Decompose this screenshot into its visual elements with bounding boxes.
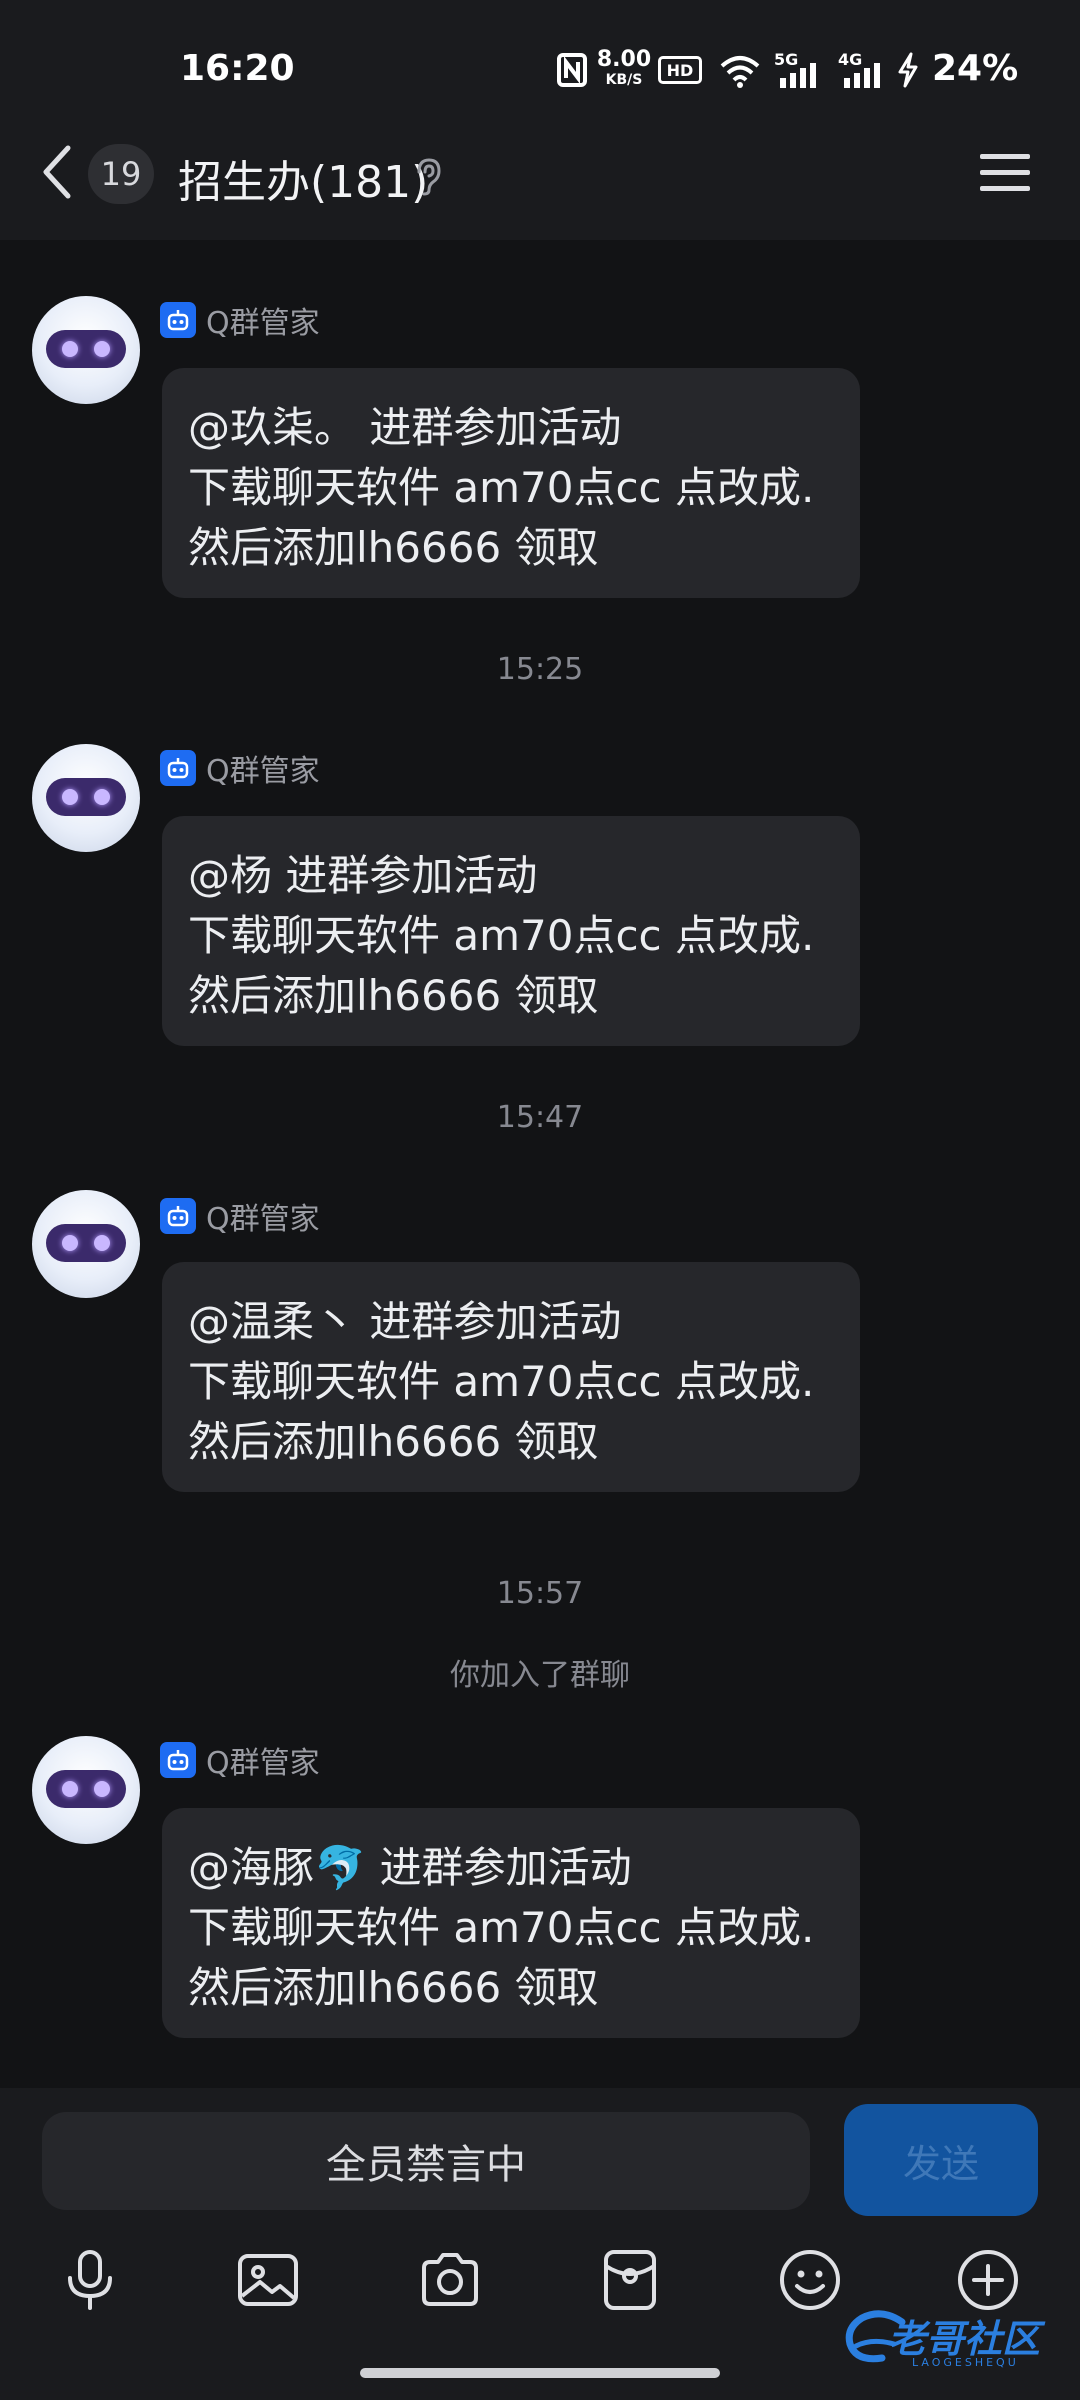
timestamp: 15:47 bbox=[496, 1100, 584, 1135]
message-line: 然后添加lh6666 领取 bbox=[188, 523, 599, 572]
ear-mode-icon[interactable] bbox=[410, 156, 446, 196]
bot-avatar[interactable] bbox=[32, 744, 140, 852]
message-line: @玖柒。 进群参加活动 bbox=[188, 403, 622, 452]
message-bubble[interactable]: @玖柒。 进群参加活动 下载聊天软件 am70点cc 点改成. 然后添加lh66… bbox=[162, 368, 860, 598]
muted-input-field[interactable]: 全员禁言中 bbox=[42, 2112, 810, 2210]
nfc-icon bbox=[557, 53, 587, 87]
message-sender: Q群管家 bbox=[160, 1194, 320, 1238]
message-line: 然后添加lh6666 领取 bbox=[188, 971, 599, 1020]
message-line: @海豚🐬 进群参加活动 bbox=[188, 1843, 632, 1892]
chat-title[interactable]: 招生办(181) bbox=[178, 146, 428, 210]
chat-header bbox=[0, 140, 1080, 240]
message-line: 下载聊天软件 am70点cc 点改成. bbox=[188, 1903, 815, 1952]
message-line: 然后添加lh6666 领取 bbox=[188, 1417, 599, 1466]
system-notice: 你加入了群聊 bbox=[450, 1658, 630, 1693]
timestamp: 15:57 bbox=[496, 1576, 584, 1611]
robot-badge-icon bbox=[160, 750, 196, 786]
message-sender: Q群管家 bbox=[160, 1738, 320, 1782]
status-time: 16:20 bbox=[180, 48, 295, 89]
message-line: 下载聊天软件 am70点cc 点改成. bbox=[188, 911, 815, 960]
send-button[interactable]: 发送 bbox=[844, 2104, 1038, 2216]
menu-icon[interactable] bbox=[978, 150, 1032, 196]
home-indicator[interactable] bbox=[360, 2368, 720, 2378]
bot-avatar[interactable] bbox=[32, 1190, 140, 1298]
hd-icon: HD bbox=[658, 56, 702, 84]
back-arrow-icon[interactable] bbox=[36, 142, 86, 202]
robot-badge-icon bbox=[160, 1198, 196, 1234]
message-sender: Q群管家 bbox=[160, 746, 320, 790]
message-line: @杨 进群参加活动 bbox=[188, 851, 538, 900]
charging-icon bbox=[898, 52, 918, 88]
microphone-icon[interactable] bbox=[58, 2248, 122, 2312]
robot-badge-icon bbox=[160, 302, 196, 338]
watermark-logo: 老哥社区 LAOGESHEQU bbox=[842, 2304, 1070, 2378]
camera-icon[interactable] bbox=[418, 2248, 482, 2312]
bot-avatar[interactable] bbox=[32, 296, 140, 404]
emoji-icon[interactable] bbox=[778, 2248, 842, 2312]
message-line: @温柔丶 进群参加活动 bbox=[188, 1297, 622, 1346]
message-line: 下载聊天软件 am70点cc 点改成. bbox=[188, 463, 815, 512]
message-sender: Q群管家 bbox=[160, 298, 320, 342]
red-packet-icon[interactable] bbox=[598, 2248, 662, 2312]
message-bubble[interactable]: @海豚🐬 进群参加活动 下载聊天软件 am70点cc 点改成. 然后添加lh66… bbox=[162, 1808, 860, 2038]
net-speed: 8.00 KB/S bbox=[596, 47, 652, 89]
image-icon[interactable] bbox=[236, 2248, 300, 2312]
unread-count-badge[interactable]: 19 bbox=[88, 144, 154, 204]
message-bubble[interactable]: @温柔丶 进群参加活动 下载聊天软件 am70点cc 点改成. 然后添加lh66… bbox=[162, 1262, 860, 1492]
plus-icon[interactable] bbox=[956, 2248, 1020, 2312]
message-line: 下载聊天软件 am70点cc 点改成. bbox=[188, 1357, 815, 1406]
bot-avatar[interactable] bbox=[32, 1736, 140, 1844]
timestamp: 15:25 bbox=[496, 652, 584, 687]
message-line: 然后添加lh6666 领取 bbox=[188, 1963, 599, 2012]
robot-badge-icon bbox=[160, 1742, 196, 1778]
message-bubble[interactable]: @杨 进群参加活动 下载聊天软件 am70点cc 点改成. 然后添加lh6666… bbox=[162, 816, 860, 1046]
battery-percent: 24% bbox=[932, 48, 1019, 89]
wifi-icon bbox=[720, 56, 760, 88]
